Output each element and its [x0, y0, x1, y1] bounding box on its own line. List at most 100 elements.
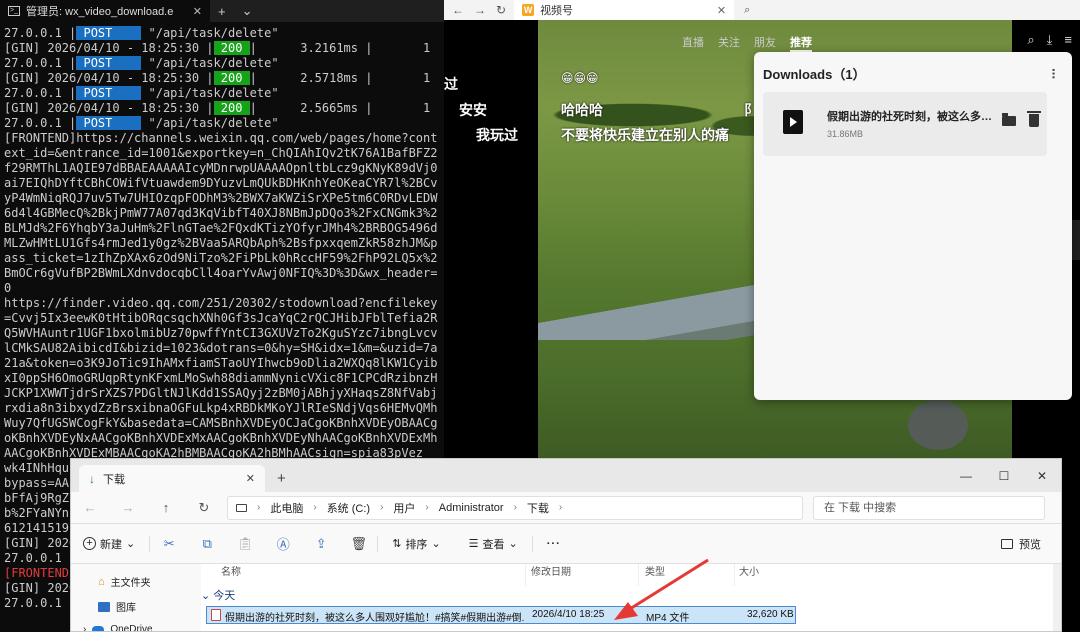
breadcrumb-separator: ›	[513, 502, 517, 513]
delete-icon[interactable]: 🗑︎	[340, 535, 379, 552]
explorer-sidebar: ⌂ 主文件夹 图库 › OneDrive	[71, 564, 201, 632]
breadcrumb-administrator[interactable]: Administrator	[439, 502, 504, 514]
explorer-content: ⌂ 主文件夹 图库 › OneDrive 名称 修改日期 类型 大小 ⌄ 今天	[71, 564, 1061, 632]
maximize-icon[interactable]: ☐	[985, 469, 1023, 483]
trash-icon[interactable]	[1027, 111, 1041, 127]
forward-icon[interactable]: →	[474, 3, 486, 17]
download-icon[interactable]: ⤓	[1047, 32, 1053, 48]
explorer-toolbar: + 新建 ⌄ ✂ ⧉ 📋︎ Ⓐ ⇪ 🗑︎ ⇅ 排序 ⌄ ☰ 查看 ⌄ ··· 预…	[71, 524, 1061, 564]
breadcrumb-separator: ›	[313, 502, 317, 513]
sidebar-item-label: 图库	[116, 603, 136, 614]
download-item[interactable]: 假期出游的社死时刻，被这么多人围观好尴尬！#搞笑#假期出游#倒霉 31.86MB	[763, 92, 1047, 156]
download-arrow-icon: ↓	[89, 471, 95, 486]
new-button-label: 新建	[100, 538, 122, 551]
search-icon[interactable]: ⌕	[744, 4, 750, 17]
vertical-scrollbar[interactable]	[1053, 564, 1061, 631]
tab-recommend[interactable]: 推荐	[790, 34, 812, 52]
log-path: "/api/task/delete"	[141, 56, 279, 70]
table-row[interactable]: 假期出游的社死时刻，被这么多人围观好尴尬！#搞笑#假期出游#倒... 2026/…	[206, 606, 796, 624]
breadcrumb-separator: ›	[425, 502, 429, 513]
close-icon[interactable]: ✕	[193, 5, 202, 18]
up-icon[interactable]: ↑	[147, 500, 185, 515]
danmaku-comment: 安安	[459, 102, 487, 118]
column-header-name[interactable]: 名称	[221, 564, 526, 586]
view-button[interactable]: ☰ 查看 ⌄	[455, 535, 533, 552]
weixin-channels-logo-icon: W	[522, 4, 535, 16]
chevron-down-icon: ⌄	[126, 538, 136, 550]
search-input[interactable]: 在 下载 中搜索	[813, 495, 1045, 520]
more-options-button[interactable]: ···	[533, 538, 575, 550]
sort-button[interactable]: ⇅ 排序 ⌄	[378, 536, 454, 552]
breadcrumb-c-drive[interactable]: 系统 (C:)	[327, 500, 370, 516]
share-icon[interactable]: ⇪	[302, 536, 340, 552]
column-header-size[interactable]: 大小	[739, 564, 799, 586]
breadcrumb[interactable]: › 此电脑 › 系统 (C:) › 用户 › Administrator › 下…	[227, 495, 803, 520]
file-size: 32,620 KB	[747, 609, 794, 620]
column-header-date[interactable]: 修改日期	[531, 564, 639, 586]
sidebar-item-label: OneDrive	[110, 624, 153, 632]
terminal-line: 27.0.0.1 | POST "/api/task/delete"	[4, 86, 444, 101]
view-button-label: 查看	[482, 538, 505, 551]
breadcrumb-downloads[interactable]: 下载	[527, 500, 549, 516]
terminal-tab[interactable]: >_ 管理员: wx_video_download.e ✕	[0, 0, 210, 22]
paste-icon[interactable]: 📋︎	[226, 536, 264, 552]
column-header-type[interactable]: 类型	[645, 564, 735, 586]
file-type: MP4 文件	[646, 613, 690, 624]
breadcrumb-users[interactable]: 用户	[393, 500, 415, 516]
back-icon[interactable]: ←	[71, 500, 109, 515]
breadcrumb-this-pc[interactable]: 此电脑	[270, 500, 303, 516]
new-button[interactable]: + 新建 ⌄	[83, 535, 151, 552]
new-tab-button[interactable]: +	[265, 470, 298, 492]
terminal-tab-title: 管理员: wx_video_download.e	[26, 6, 174, 18]
close-icon[interactable]: ✕	[717, 4, 726, 17]
new-tab-button[interactable]: +	[210, 4, 234, 19]
rename-icon[interactable]: Ⓐ	[264, 534, 302, 553]
sidebar-item-gallery[interactable]: 图库	[98, 599, 136, 614]
chevron-down-icon: ⌄	[201, 590, 211, 602]
status-code-badge: 200	[213, 71, 250, 85]
log-path: "/api/task/delete"	[141, 86, 279, 100]
preview-button[interactable]: 预览	[1001, 536, 1061, 552]
back-icon[interactable]: ←	[452, 3, 464, 17]
close-icon[interactable]: ✕	[246, 472, 255, 485]
refresh-icon[interactable]: ↻	[496, 3, 506, 17]
tab-friends[interactable]: 朋友	[754, 34, 776, 52]
home-icon: ⌂	[98, 575, 105, 588]
danmaku-comment: 不要将快乐建立在别人的痛	[561, 127, 729, 143]
monitor-icon	[236, 503, 247, 512]
finder-url-line: https://finder.video.qq.com/251/20302/st…	[4, 296, 438, 460]
chevron-down-icon[interactable]: ⌄	[234, 3, 261, 19]
more-options-icon[interactable]: ···	[1046, 68, 1062, 79]
tab-live[interactable]: 直播	[682, 34, 704, 52]
tab-follow[interactable]: 关注	[718, 34, 740, 52]
minimize-icon[interactable]: —	[947, 469, 985, 483]
cut-icon[interactable]: ✂	[150, 536, 188, 552]
forward-icon[interactable]: →	[109, 500, 147, 515]
cloud-icon	[92, 625, 105, 631]
close-window-icon[interactable]: ✕	[1023, 469, 1061, 483]
menu-icon[interactable]: ≡	[1064, 32, 1072, 48]
sidebar-item-home[interactable]: ⌂ 主文件夹	[98, 574, 151, 590]
explorer-address-bar: ← → ↑ ↻ › 此电脑 › 系统 (C:) › 用户 › Administr…	[71, 492, 1061, 524]
status-code-badge: 200	[213, 101, 250, 115]
mp4-file-icon	[211, 609, 221, 621]
gallery-icon	[98, 601, 110, 612]
copy-icon[interactable]: ⧉	[188, 536, 226, 552]
browser-tab[interactable]: W 视频号 ✕	[514, 0, 735, 20]
log-prefix: 27.0.0.1 |	[4, 56, 77, 70]
chevron-right-icon: ›	[83, 624, 87, 632]
terminal-line: [GIN] 2026/04/10 - 18:25:30 | 200 | 2.57…	[4, 71, 444, 86]
danmaku-comment: 我玩过	[476, 127, 518, 143]
explorer-tab-downloads[interactable]: ↓ 下载 ✕	[79, 465, 265, 492]
group-header-today[interactable]: ⌄ 今天	[201, 587, 235, 603]
view-icon: ☰	[468, 538, 479, 550]
log-timing: | 2.5718ms | 1	[249, 71, 431, 85]
search-icon[interactable]: ⌕	[1027, 32, 1034, 48]
log-timing: | 3.2161ms | 1	[249, 41, 431, 55]
sidebar-item-onedrive[interactable]: › OneDrive	[83, 624, 153, 632]
frontend-url-line: [FRONTEND]https://channels.weixin.qq.com…	[4, 131, 438, 295]
open-folder-icon[interactable]	[1002, 113, 1016, 126]
log-timing: | 2.5665ms | 1	[249, 101, 431, 115]
refresh-icon[interactable]: ↻	[185, 500, 223, 516]
download-item-name: 假期出游的社死时刻，被这么多人围观好尴尬！#搞笑#假期出游#倒霉	[827, 111, 997, 123]
